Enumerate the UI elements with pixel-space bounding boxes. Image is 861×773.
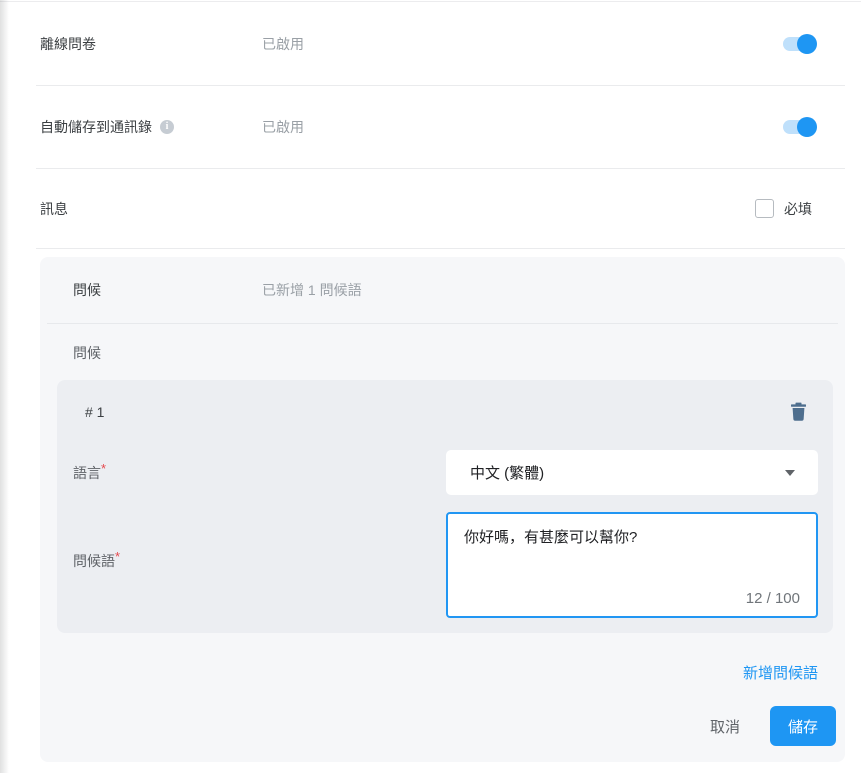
setting-row-message: 訊息 必填 (36, 169, 845, 249)
greeting-panel-divider (47, 323, 838, 324)
setting-row-auto-save-contacts: 自動儲存到通訊錄 i 已啟用 (36, 86, 845, 169)
add-greeting-link[interactable]: 新增問候語 (743, 662, 818, 683)
required-checkbox-group: 必填 (755, 199, 812, 219)
auto-save-contacts-toggle[interactable] (783, 117, 817, 137)
caret-down-icon (785, 469, 795, 476)
required-checkbox[interactable] (755, 199, 774, 218)
language-field-label: 語言* (73, 461, 107, 483)
delete-greeting-button[interactable] (790, 402, 807, 421)
language-select-value: 中文 (繁體) (470, 465, 545, 482)
toggle-knob (797, 33, 817, 54)
auto-save-contacts-status: 已啟用 (262, 119, 304, 135)
greeting-section-label: 問候 (73, 345, 101, 361)
greeting-textarea[interactable]: 你好嗎，有甚麼可以幫你? 12 / 100 (446, 512, 818, 618)
form-actions: 取消 儲存 (710, 706, 836, 746)
greeting-field-label: 問候語* (73, 549, 121, 571)
language-select[interactable]: 中文 (繁體) (446, 450, 818, 495)
required-checkbox-label: 必填 (784, 200, 812, 217)
required-mark: * (115, 549, 121, 564)
trash-icon (790, 402, 807, 424)
toggle-knob (797, 117, 817, 137)
panel-left-shadow (0, 0, 9, 773)
required-mark: * (101, 461, 107, 476)
cancel-button[interactable]: 取消 (710, 716, 740, 737)
offline-survey-status: 已啟用 (262, 35, 304, 52)
greeting-panel-title: 問候 (73, 282, 101, 298)
setting-row-offline-survey: 離線問卷 已啟用 (36, 2, 845, 86)
greeting-panel-status: 已新增 1 問候語 (262, 282, 362, 298)
char-counter: 12 / 100 (745, 590, 800, 607)
message-label: 訊息 (40, 200, 68, 217)
offline-survey-toggle[interactable] (783, 33, 817, 54)
language-label-text: 語言 (73, 465, 101, 481)
greeting-card: # 1 語言* 中文 (繁體) 問候語* 你好嗎，有甚麼可以幫你? 12 / 1… (57, 380, 833, 633)
greeting-panel: 問候 已新增 1 問候語 問候 # 1 語言* 中文 (繁體) 問候語* 你好嗎… (40, 257, 845, 762)
settings-form: 離線問卷 已啟用 自動儲存到通訊錄 i 已啟用 訊息 必填 問候 已新增 1 問… (0, 0, 861, 773)
greeting-label-text: 問候語 (73, 553, 115, 569)
save-button[interactable]: 儲存 (770, 706, 836, 746)
offline-survey-label: 離線問卷 (40, 35, 96, 52)
greeting-card-index: # 1 (85, 404, 105, 420)
auto-save-contacts-label: 自動儲存到通訊錄 i (36, 117, 174, 137)
auto-save-contacts-label-text: 自動儲存到通訊錄 (40, 119, 152, 135)
greeting-textarea-value: 你好嗎，有甚麼可以幫你? (464, 529, 638, 546)
info-icon[interactable]: i (160, 120, 174, 134)
